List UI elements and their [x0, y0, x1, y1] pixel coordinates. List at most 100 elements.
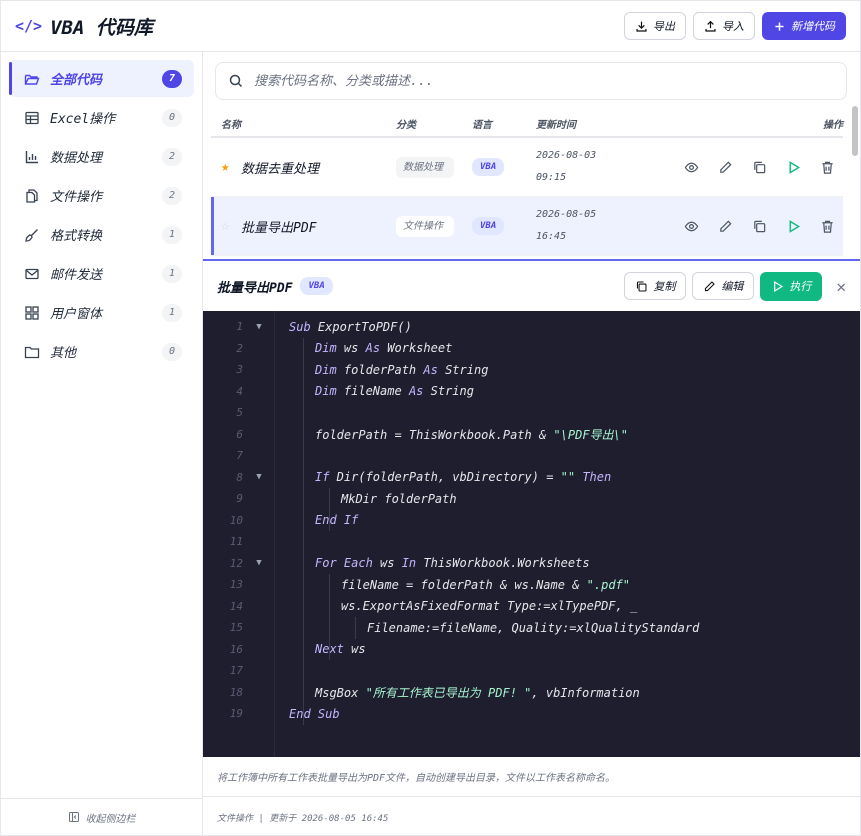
- mail-icon: [23, 265, 41, 283]
- run-icon[interactable]: [783, 157, 803, 177]
- column-header-name[interactable]: 名称: [211, 116, 396, 131]
- close-icon[interactable]: ✕: [836, 277, 846, 296]
- run-icon[interactable]: [783, 216, 803, 236]
- star-filled-icon[interactable]: ★: [221, 159, 235, 175]
- edit-icon[interactable]: [715, 157, 735, 177]
- language-badge: VBA: [472, 217, 505, 235]
- header-actions: 导出 导入 新增代码: [624, 12, 846, 40]
- add-code-button[interactable]: 新增代码: [762, 12, 846, 40]
- code-description: 将工作簿中所有工作表批量导出为PDF文件，自动创建导出目录，文件以工作表名称命名…: [203, 757, 860, 797]
- copy-icon[interactable]: [749, 216, 769, 236]
- fold-arrow-icon[interactable]: ▼: [243, 558, 275, 568]
- code-text: If Dir(folderPath, vbDirectory) = "" The…: [315, 470, 612, 485]
- row-time: 16:45: [536, 231, 567, 242]
- detail-actions: 复制 编辑 执行 ✕: [624, 271, 846, 301]
- count-badge: 1: [162, 225, 182, 244]
- code-line: 5: [203, 402, 860, 424]
- sidebar-item-other[interactable]: 其他 0: [9, 333, 194, 370]
- indent-guide: [329, 488, 330, 531]
- sidebar-item-format[interactable]: 格式转换 1: [9, 216, 194, 253]
- code-text: Dim folderPath As String: [315, 362, 489, 377]
- add-code-button-label: 新增代码: [791, 20, 835, 33]
- code-text: For Each ws In ThisWorkbook.Worksheets: [315, 556, 590, 571]
- sidebar-item-mail[interactable]: 邮件发送 1: [9, 255, 194, 292]
- count-badge: 0: [162, 108, 182, 127]
- code-detail-panel: 批量导出PDF VBA 复制 编辑 执行 ✕ 1 ▼ Sub ExportToP…: [203, 259, 860, 835]
- indent-guide: [329, 574, 330, 660]
- row-category-cell: 文件操作: [396, 215, 472, 237]
- code-line: 14 ws.ExportAsFixedFormat Type:=xlTypePDF…: [203, 596, 860, 618]
- export-button[interactable]: 导出: [624, 12, 686, 40]
- table-row-selected[interactable]: ☆ 批量导出PDF 文件操作 VBA 2026-08-05 16:45: [211, 197, 843, 256]
- fold-arrow-icon[interactable]: ▼: [243, 472, 275, 482]
- copy-icon[interactable]: [749, 157, 769, 177]
- sidebar-item-label: 邮件发送: [50, 268, 103, 283]
- sidebar-item-label: 其他: [50, 346, 77, 361]
- line-number: 18: [229, 685, 243, 699]
- row-time: 09:15: [536, 172, 567, 183]
- table-icon: [23, 109, 41, 127]
- sidebar-item-label: 格式转换: [50, 229, 103, 244]
- grid-icon: [23, 304, 41, 322]
- detail-title: 批量导出PDF: [217, 280, 293, 296]
- column-header-category[interactable]: 分类: [396, 116, 472, 131]
- edit-button[interactable]: 编辑: [692, 272, 755, 300]
- fold-arrow-icon[interactable]: ▼: [243, 322, 275, 332]
- row-actions: [666, 216, 843, 236]
- search-icon: [229, 74, 243, 88]
- run-button[interactable]: 执行: [760, 271, 823, 301]
- row-language-cell: VBA: [472, 158, 536, 176]
- row-date: 2026-08-03: [536, 150, 597, 161]
- row-name-cell: ★ 数据去重处理: [211, 158, 396, 177]
- code-editor[interactable]: 1 ▼ Sub ExportToPDF() 2 Dim ws As Worksheet 3…: [203, 311, 860, 757]
- folder-icon: [23, 343, 41, 361]
- play-icon: [774, 280, 784, 292]
- code-line: 6 folderPath = ThisWorkbook.Path & "\PDF导…: [203, 424, 860, 446]
- row-actions: [666, 157, 843, 177]
- line-number: 13: [229, 578, 243, 592]
- line-number: 2: [236, 341, 243, 355]
- table-scrollbar[interactable]: [852, 106, 858, 156]
- sidebar: 全部代码 7 Excel操作 0 数据处理 2 文件操作 2 格式转换 1 邮件…: [1, 52, 203, 835]
- column-header-language[interactable]: 语言: [472, 116, 536, 131]
- view-icon[interactable]: [681, 216, 701, 236]
- code-line: 18 MsgBox "所有工作表已导出为 PDF! ", vbInformatio…: [203, 682, 860, 704]
- code-text: Sub ExportToPDF(): [289, 319, 412, 334]
- delete-icon[interactable]: [817, 216, 837, 236]
- column-header-updated[interactable]: 更新时间: [536, 116, 666, 131]
- search-input[interactable]: [254, 73, 834, 89]
- code-line: 13 fileName = folderPath & ws.Name & ".pd…: [203, 574, 860, 596]
- code-text: MsgBox "所有工作表已导出为 PDF! ", vbInformation: [315, 685, 640, 700]
- code-line: 3 Dim folderPath As String: [203, 359, 860, 381]
- table-row[interactable]: ★ 数据去重处理 数据处理 VBA 2026-08-03 09:15: [211, 138, 843, 197]
- line-number: 12: [229, 556, 243, 570]
- sidebar-item-data[interactable]: 数据处理 2: [9, 138, 194, 175]
- collapse-sidebar-label: 收起侧边栏: [85, 813, 136, 825]
- sidebar-item-all[interactable]: 全部代码 7: [9, 60, 194, 97]
- row-name: 数据去重处理: [241, 161, 320, 177]
- line-number: 11: [229, 535, 243, 549]
- sidebar-item-userform[interactable]: 用户窗体 1: [9, 294, 194, 331]
- code-line: 8 ▼ If Dir(folderPath, vbDirectory) = "" T…: [203, 467, 860, 489]
- code-text: End If: [315, 513, 359, 528]
- sidebar-item-file[interactable]: 文件操作 2: [9, 177, 194, 214]
- count-badge: 1: [162, 264, 182, 283]
- code-line: 19 End Sub: [203, 703, 860, 725]
- export-button-label: 导出: [653, 20, 675, 33]
- sidebar-item-label: Excel操作: [50, 112, 116, 127]
- code-line: 2 Dim ws As Worksheet: [203, 338, 860, 360]
- row-date: 2026-08-05: [536, 209, 597, 220]
- sidebar-item-excel[interactable]: Excel操作 0: [9, 99, 194, 136]
- count-badge: 2: [162, 147, 182, 166]
- line-number: 19: [229, 707, 243, 721]
- view-icon[interactable]: [681, 157, 701, 177]
- code-text: Dim ws As Worksheet: [315, 341, 453, 356]
- table-header: 名称 分类 语言 更新时间 操作: [211, 110, 843, 138]
- collapse-sidebar-button[interactable]: 收起侧边栏: [1, 798, 202, 835]
- delete-icon[interactable]: [817, 157, 837, 177]
- edit-icon[interactable]: [715, 216, 735, 236]
- code-text: Dim fileName As String: [315, 384, 474, 399]
- import-button[interactable]: 导入: [693, 12, 755, 40]
- star-outline-icon[interactable]: ☆: [221, 218, 235, 234]
- copy-button[interactable]: 复制: [624, 272, 687, 300]
